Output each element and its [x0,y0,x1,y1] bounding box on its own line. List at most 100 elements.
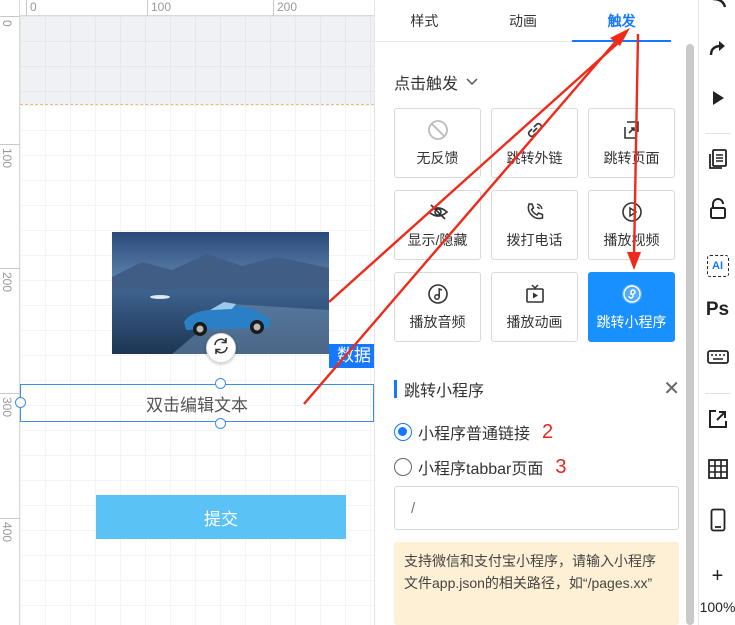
data-tag[interactable]: 数据 [329,344,374,368]
action-phone-call[interactable]: 拨打电话 [491,190,578,260]
radio-button[interactable] [394,458,412,476]
toolbar-divider [705,133,730,134]
panel-tabs: 样式 动画 触发 [375,0,671,42]
close-icon[interactable]: ✕ [663,379,680,399]
action-label: 跳转页面 [603,150,660,166]
radio-button-checked[interactable] [394,423,412,441]
action-no-feedback[interactable]: 无反馈 [394,108,481,178]
redo-button[interactable] [699,38,735,62]
ruler-top: 0 100 200 [0,0,374,16]
radio-label: 小程序普通链接 [418,426,531,443]
action-label: 显示/隐藏 [407,232,468,248]
phone-icon [523,200,547,224]
radio-label: 小程序tabbar页面 [418,461,544,478]
text-component[interactable]: 双击编辑文本 [20,384,374,422]
eye-off-icon [426,200,450,224]
action-mini-program[interactable]: 跳转小程序 [588,272,675,342]
refresh-icon [212,337,230,360]
replace-image-button[interactable] [206,333,236,363]
play-video-icon [620,200,644,224]
action-play-animation[interactable]: 播放动画 [491,272,578,342]
trigger-type-select[interactable]: 点击触发 [394,70,478,94]
copy-pages-icon [708,148,728,175]
photoshop-button[interactable]: Ps [699,296,735,324]
action-grid: 无反馈 跳转外链 跳转页面 显示/隐藏 拨打电话 播放视频 播放音频 播放动画 [394,108,679,342]
zoom-in-button[interactable]: + [699,565,735,587]
resize-handle-top[interactable] [215,378,226,389]
preview-button[interactable] [699,88,735,112]
grid-icon [707,458,728,484]
trigger-type-label: 点击触发 [394,76,459,93]
ruler-left: 0 100 200 300 400 [0,0,20,625]
text-content[interactable]: 双击编辑文本 [146,391,248,416]
action-label: 拨打电话 [506,232,563,248]
action-play-audio[interactable]: 播放音频 [394,272,481,342]
panel-scrollbar[interactable] [685,44,695,625]
redo-icon [708,39,728,62]
mobile-preview-button[interactable] [699,507,735,537]
zoom-level: 100% [699,597,735,617]
zoom-label: 100% [699,599,735,615]
copy-button[interactable] [699,148,735,174]
page-jump-icon [620,118,644,142]
scrollbar-thumb[interactable] [686,44,694,625]
ruler-left-label: 200 [0,272,14,293]
action-play-video[interactable]: 播放视频 [588,190,675,260]
ai-icon: AI [706,255,729,277]
lock-button[interactable] [699,197,735,225]
chevron-down-icon [466,73,478,91]
tab-style[interactable]: 样式 [375,0,474,41]
property-panel: 样式 动画 触发 点击触发 无反馈 跳转外链 跳转页面 显示/隐藏 拨打电话 播… [374,0,698,625]
design-canvas[interactable]: 0 100 200 0 100 200 300 400 数据 双击编辑文本 提交 [0,0,374,625]
page-artboard[interactable] [20,104,374,625]
mini-program-path-input[interactable] [394,486,679,530]
notice-box: 支持微信和支付宝小程序，请输入小程序文件app.json的相关路径，如“/pag… [394,542,679,625]
action-label: 跳转小程序 [596,314,667,330]
ps-label: Ps [705,299,730,320]
annotation-number: 2 [542,420,554,443]
action-show-hide[interactable]: 显示/隐藏 [394,190,481,260]
action-label: 播放视频 [603,232,660,248]
tv-play-icon [523,282,547,306]
action-label: 无反馈 [416,150,459,166]
ruler-left-label: 300 [0,397,14,418]
canvas-grid [20,16,374,104]
section-title: 跳转小程序 [404,383,485,400]
action-label: 播放动画 [506,314,563,330]
radio-tabbar-page[interactable]: 小程序tabbar页面 3 [394,455,567,479]
phone-device-icon [710,508,726,537]
mini-program-section-header: 跳转小程序 ✕ [394,378,680,400]
link-icon [523,118,547,142]
action-page-jump[interactable]: 跳转页面 [588,108,675,178]
ruler-left-label: 100 [0,148,14,169]
action-external-link[interactable]: 跳转外链 [491,108,578,178]
ruler-top-label: 0 [30,0,37,14]
ruler-left-label: 400 [0,522,14,543]
ruler-top-label: 200 [277,0,298,14]
section-accent-bar [394,380,397,398]
plus-icon: + [711,564,724,587]
ai-button[interactable]: AI [699,253,735,279]
undo-icon [709,0,727,16]
mini-program-icon [620,282,644,306]
unlock-icon [709,197,727,225]
ruler-top-label: 100 [151,0,172,14]
ruler-left-label: 0 [0,20,14,27]
action-label: 播放音频 [409,314,466,330]
undo-button[interactable] [699,0,735,14]
tab-trigger[interactable]: 触发 [572,0,671,42]
radio-normal-link[interactable]: 小程序普通链接 2 [394,420,553,444]
share-export-icon [707,408,729,435]
tab-animation[interactable]: 动画 [474,0,573,41]
keyboard-icon [706,349,729,370]
right-toolbar: AI Ps + 100% [698,0,735,625]
annotation-number: 3 [555,455,567,478]
submit-button[interactable]: 提交 [96,495,346,539]
export-button[interactable] [699,407,735,435]
music-note-icon [426,282,450,306]
grid-button[interactable] [699,457,735,485]
resize-handle-bottom[interactable] [215,418,226,429]
play-icon [710,90,726,111]
keyboard-button[interactable] [699,347,735,371]
resize-handle-left[interactable] [15,397,26,408]
